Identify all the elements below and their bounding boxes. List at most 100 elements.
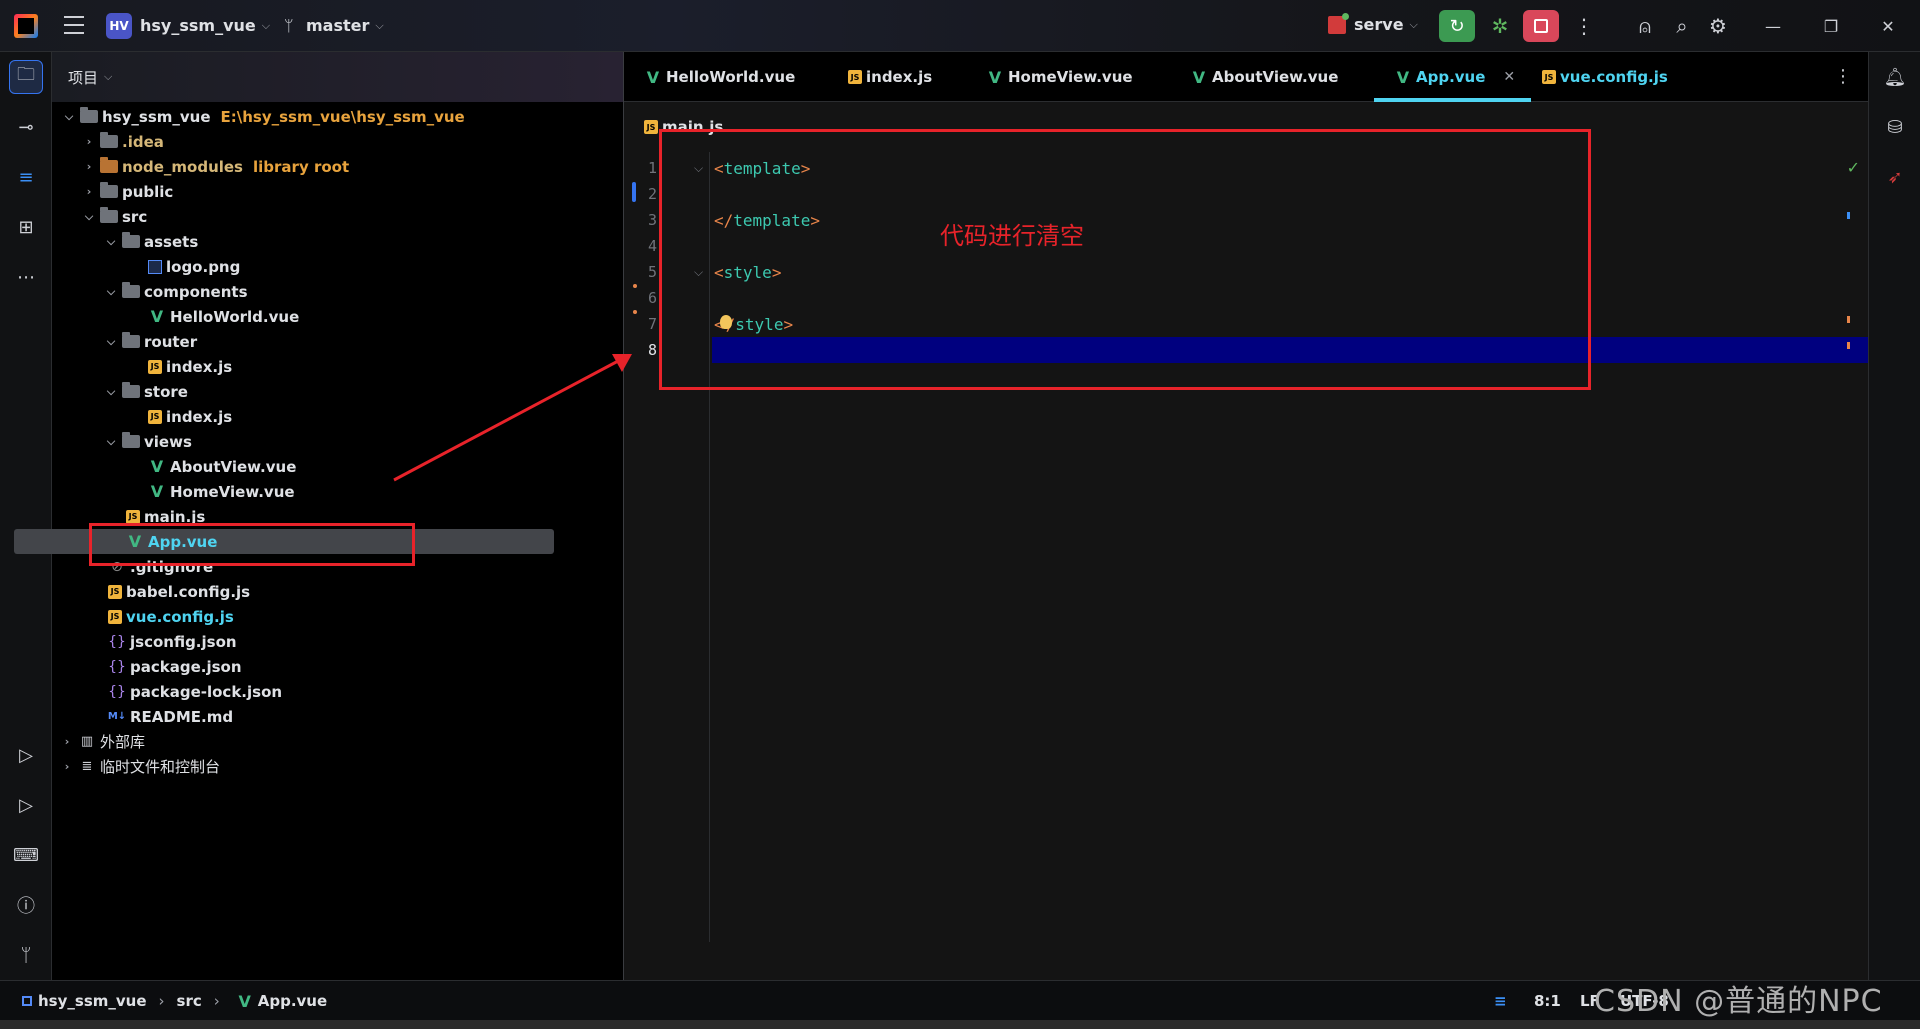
tree-label: src — [122, 207, 148, 226]
project-switcher[interactable]: hsy_ssm_vue ⌵ — [140, 16, 270, 35]
tree-item-external-libs[interactable]: › ▥ 外部库 — [60, 729, 145, 754]
debug-button[interactable]: ✲ — [1484, 10, 1516, 42]
scroll-marker — [1847, 316, 1850, 323]
bug-icon: ✲ — [1491, 14, 1509, 38]
expand-arrow-icon: › — [86, 135, 92, 148]
problems-tool-icon[interactable]: ⓘ — [9, 888, 43, 922]
minimize-button[interactable]: — — [1753, 12, 1793, 40]
library-root-hint: library root — [253, 157, 350, 176]
inspection-ok-icon[interactable]: ✓ — [1847, 158, 1860, 177]
annotation-text: 代码进行清空 — [940, 222, 1084, 250]
tab-options-icon[interactable]: ⋮ — [1834, 66, 1852, 87]
more-tools-icon[interactable]: ⋯ — [9, 260, 43, 294]
plugins-tool-icon[interactable]: ⊞ — [9, 210, 43, 244]
tree-item-components[interactable]: ⌵ components — [104, 279, 248, 304]
status-crumb-file[interactable]: App.vue — [258, 992, 327, 1010]
tree-item-package-json[interactable]: {} package.json — [104, 654, 241, 679]
database-icon[interactable]: ⛁ — [1878, 110, 1912, 144]
folder-icon — [122, 282, 140, 298]
tree-item-vue-config[interactable]: JS vue.config.js — [104, 604, 234, 629]
tree-item-router[interactable]: ⌵ router — [104, 329, 197, 354]
tab-label: AboutView.vue — [1212, 68, 1339, 86]
tree-item-public[interactable]: › public — [82, 179, 173, 204]
watermark-text: CSDN @普通的NPC — [1594, 984, 1883, 1019]
tab-app-vue[interactable]: V App.vue ✕ — [1373, 52, 1532, 102]
project-name: hsy_ssm_vue — [140, 16, 256, 35]
caret-position[interactable]: 8:1 — [1534, 992, 1561, 1010]
module-icon — [22, 996, 32, 1006]
tree-item-helloworld[interactable]: V HelloWorld.vue — [144, 304, 299, 329]
collapse-arrow-icon: ⌵ — [64, 109, 74, 123]
tree-item-jsconfig[interactable]: {} jsconfig.json — [104, 629, 236, 654]
settings-gear-icon[interactable]: ⚙ — [1704, 12, 1732, 40]
change-marker — [632, 182, 636, 202]
tree-item-assets[interactable]: ⌵ assets — [104, 229, 198, 254]
tree-item-package-lock[interactable]: {} package-lock.json — [104, 679, 282, 704]
tree-item-scratches[interactable]: › ≣ 临时文件和控制台 — [60, 754, 220, 779]
scratches-icon: ≣ — [81, 759, 93, 774]
tree-item-node-modules[interactable]: › node_modules library root — [82, 154, 349, 179]
tree-item-aboutview[interactable]: V AboutView.vue — [144, 454, 297, 479]
tree-label: public — [122, 182, 174, 201]
terminal-tool-icon[interactable]: ⌨ — [9, 838, 43, 872]
structure-status-icon[interactable]: ≡ — [1494, 992, 1507, 1010]
folder-icon — [122, 382, 140, 398]
app-logo-icon[interactable] — [14, 14, 38, 38]
tree-label: node_modules — [122, 157, 243, 176]
git-tool-icon[interactable]: ᛘ — [9, 938, 43, 972]
chevron-down-icon: ⌵ — [375, 18, 384, 32]
close-tab-icon[interactable]: ✕ — [1503, 69, 1515, 85]
tree-root[interactable]: ⌵ hsy_ssm_vue E:\hsy_ssm_vue\hsy_ssm_vue — [62, 104, 465, 129]
commit-tool-icon[interactable]: ⊸ — [9, 110, 43, 144]
tree-item-store-index[interactable]: JS index.js — [144, 404, 232, 429]
chevron-down-icon: ⌵ — [261, 18, 271, 32]
tree-item-babel-config[interactable]: JS babel.config.js — [104, 579, 250, 604]
tree-item-store[interactable]: ⌵ store — [104, 379, 188, 404]
branch-switcher[interactable]: master ⌵ — [306, 16, 384, 35]
tab-aboutview[interactable]: V AboutView.vue — [1186, 52, 1339, 102]
tab-label: HelloWorld.vue — [666, 68, 796, 86]
more-actions-icon[interactable]: ⋮ — [1570, 12, 1598, 40]
tree-item-logo[interactable]: logo.png — [144, 254, 240, 279]
tree-item-homeview[interactable]: V HomeView.vue — [144, 479, 295, 504]
services-tool-icon[interactable]: ▷ — [9, 738, 43, 772]
tree-label: views — [144, 432, 192, 451]
run-config-selector[interactable]: serve ⌵ — [1328, 12, 1418, 34]
status-crumb-project[interactable]: hsy_ssm_vue — [38, 992, 147, 1010]
project-panel-header[interactable]: 项目 ⌵ — [52, 52, 623, 102]
modified-dot — [633, 284, 637, 288]
vue-file-icon: V — [1192, 67, 1206, 87]
notifications-icon[interactable]: 🔔︎ — [1878, 60, 1912, 94]
chevron-right-icon: › — [158, 992, 165, 1010]
tab-vue-config[interactable]: JS vue.config.js — [1538, 52, 1668, 102]
search-icon[interactable]: ⌕ — [1668, 12, 1696, 40]
tab-helloworld[interactable]: V HelloWorld.vue — [640, 52, 795, 102]
add-user-icon[interactable]: ⍝ — [1631, 12, 1659, 40]
project-badge[interactable]: HV — [106, 13, 132, 39]
tree-label: logo.png — [166, 257, 241, 276]
tree-item-idea[interactable]: › .idea — [82, 129, 164, 154]
folder-icon — [122, 432, 140, 448]
status-breadcrumb: hsy_ssm_vue › src › V App.vue — [18, 992, 327, 1011]
ai-assistant-icon[interactable]: ➶ — [1878, 160, 1912, 194]
run-tool-icon[interactable]: ▷ — [9, 788, 43, 822]
project-tool-icon[interactable]: 🗀 — [9, 60, 43, 94]
status-crumb-src[interactable]: src — [177, 992, 202, 1010]
stop-button[interactable] — [1523, 10, 1559, 42]
tree-item-readme[interactable]: M↓ README.md — [104, 704, 233, 729]
json-file-icon: {} — [108, 683, 126, 700]
annotation-rectangle — [659, 129, 1591, 390]
structure-tool-icon[interactable]: ≡ — [9, 160, 43, 194]
restore-button[interactable]: ❐ — [1811, 12, 1851, 40]
tree-item-src[interactable]: ⌵ src — [82, 204, 147, 229]
tab-homeview[interactable]: V HomeView.vue — [982, 52, 1133, 102]
close-window-button[interactable]: ✕ — [1868, 12, 1908, 40]
js-file-icon: JS — [108, 609, 122, 624]
tree-item-router-index[interactable]: JS index.js — [144, 354, 232, 379]
rerun-button[interactable]: ↻ — [1439, 10, 1475, 42]
tree-item-views[interactable]: ⌵ views — [104, 429, 192, 454]
folder-icon — [80, 107, 98, 123]
main-menu-icon[interactable] — [64, 16, 84, 34]
tab-index-js[interactable]: JS index.js — [844, 52, 932, 102]
folder-icon — [100, 132, 118, 148]
